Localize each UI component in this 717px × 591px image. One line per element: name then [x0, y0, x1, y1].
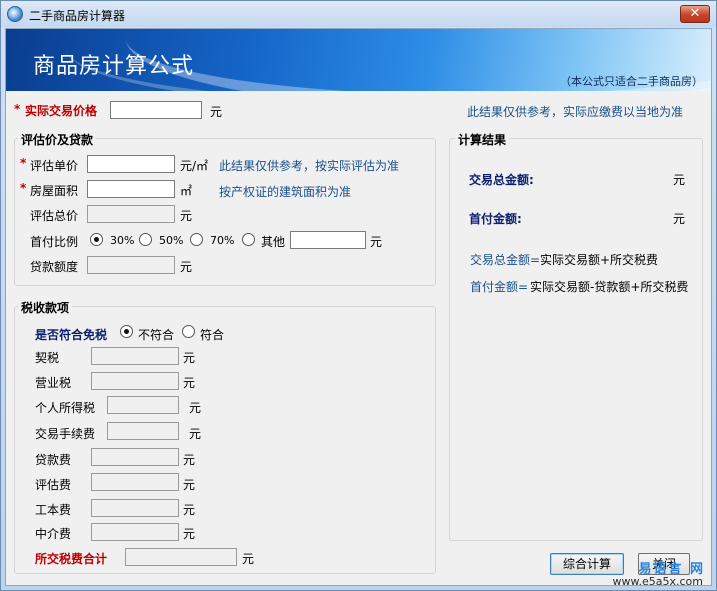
transaction-fee-unit: 元 — [189, 427, 202, 441]
certificate-fee-unit: 元 — [183, 503, 196, 517]
tax-exempt-option: 符合 — [200, 328, 225, 342]
income-tax-output — [107, 396, 179, 414]
deed-tax-unit: 元 — [183, 351, 196, 365]
tax-group-title: 税收款项 — [18, 299, 73, 316]
window-close-button[interactable]: ✕ — [680, 5, 710, 23]
deed-tax-output — [91, 347, 179, 365]
transaction-fee-label: 交易手续费 — [35, 427, 96, 441]
down-payment-label: 首付金额: — [469, 212, 522, 226]
ratio-other-input[interactable] — [290, 231, 366, 249]
valuation-group-title: 评估价及贷款 — [18, 131, 97, 148]
area-input[interactable] — [87, 180, 175, 198]
ratio-radio-70[interactable] — [190, 233, 203, 246]
result-group-title: 计算结果 — [455, 131, 510, 148]
watermark-url: www.e5a5x.com — [612, 575, 703, 588]
total-amount-label: 交易总金额: — [469, 173, 534, 187]
tax-exempt-radio-yes[interactable] — [182, 325, 195, 338]
area-unit: ㎡ — [180, 184, 193, 198]
loan-fee-unit: 元 — [183, 453, 196, 467]
loan-fee-label: 贷款费 — [35, 453, 72, 467]
loan-fee-output — [91, 448, 179, 466]
income-tax-label: 个人所得税 — [35, 401, 96, 415]
area-label: 房屋面积 — [30, 184, 79, 198]
business-tax-label: 营业税 — [35, 376, 72, 390]
ratio-radio-other[interactable] — [242, 233, 255, 246]
formula1-name: 交易总金额= — [470, 253, 541, 267]
loan-amount-label: 贷款额度 — [30, 260, 79, 274]
total-tax-label: 所交税费合计 — [35, 552, 108, 566]
total-valuation-output — [87, 205, 175, 223]
ratio-option-label: 其他 — [261, 235, 286, 249]
unit-price-label: 评估单价 — [30, 159, 79, 173]
required-marker: * — [20, 181, 27, 195]
formula2-expression: 实际交易额-贷款额+所交税费 — [530, 280, 689, 294]
actual-price-input[interactable] — [110, 101, 202, 119]
formula2-name: 首付金额= — [470, 280, 529, 294]
ratio-option-label: 50% — [159, 234, 184, 247]
total-amount-unit: 元 — [673, 173, 686, 187]
required-marker: * — [20, 156, 27, 170]
certificate-fee-label: 工本费 — [35, 503, 72, 517]
appraisal-fee-label: 评估费 — [35, 478, 72, 492]
area-hint: 按产权证的建筑面积为准 — [219, 185, 352, 199]
ratio-radio-50[interactable] — [139, 233, 152, 246]
tax-exempt-option: 不符合 — [138, 328, 175, 342]
appraisal-fee-unit: 元 — [183, 478, 196, 492]
total-tax-unit: 元 — [242, 552, 255, 566]
down-ratio-label: 首付比例 — [30, 235, 79, 249]
app-window: 二手商品房计算器 ✕ 商品房计算公式 （本公式只适合二手商品房） * 实际交易价… — [0, 0, 717, 591]
ratio-option-label: 30% — [110, 234, 135, 247]
calculate-button[interactable]: 综合计算 — [550, 553, 624, 575]
appraisal-fee-output — [91, 473, 179, 491]
ratio-other-unit: 元 — [370, 235, 383, 249]
client-area: 商品房计算公式 （本公式只适合二手商品房） * 实际交易价格 元 此结果仅供参考… — [5, 28, 712, 588]
income-tax-unit: 元 — [189, 401, 202, 415]
actual-price-label: 实际交易价格 — [25, 104, 98, 118]
ratio-radio-30[interactable] — [90, 233, 103, 246]
total-tax-output — [125, 548, 237, 566]
formula1-expression: 实际交易额+所交税费 — [540, 253, 659, 267]
loan-amount-unit: 元 — [180, 260, 193, 274]
title-bar[interactable]: 二手商品房计算器 ✕ — [1, 1, 716, 27]
certificate-fee-output — [91, 499, 179, 517]
business-tax-unit: 元 — [183, 376, 196, 390]
unit-price-unit: 元/㎡ — [180, 159, 209, 173]
total-valuation-unit: 元 — [180, 209, 193, 223]
required-marker: * — [14, 102, 21, 116]
header-banner: 商品房计算公式 （本公式只适合二手商品房） — [6, 29, 711, 91]
top-hint: 此结果仅供参考，实际应缴费以当地为准 — [467, 105, 684, 119]
ratio-option-label: 70% — [210, 234, 235, 247]
deed-tax-label: 契税 — [35, 351, 60, 365]
down-payment-unit: 元 — [673, 212, 686, 226]
transaction-fee-output — [107, 422, 179, 440]
total-valuation-label: 评估总价 — [30, 209, 79, 223]
business-tax-output — [91, 372, 179, 390]
window-title: 二手商品房计算器 — [29, 9, 126, 23]
loan-amount-output — [87, 256, 175, 274]
tax-exempt-radio-no[interactable] — [120, 325, 133, 338]
unit-price-hint: 此结果仅供参考，按实际评估为准 — [219, 159, 400, 173]
agency-fee-output — [91, 523, 179, 541]
agency-fee-label: 中介费 — [35, 527, 72, 541]
unit-price-input[interactable] — [87, 155, 175, 173]
actual-price-unit: 元 — [210, 105, 223, 119]
agency-fee-unit: 元 — [183, 527, 196, 541]
banner-title: 商品房计算公式 — [33, 54, 195, 79]
tax-exempt-label: 是否符合免税 — [35, 328, 108, 342]
banner-note: （本公式只适合二手商品房） — [560, 75, 703, 88]
result-group — [449, 138, 703, 541]
app-icon — [7, 6, 23, 22]
